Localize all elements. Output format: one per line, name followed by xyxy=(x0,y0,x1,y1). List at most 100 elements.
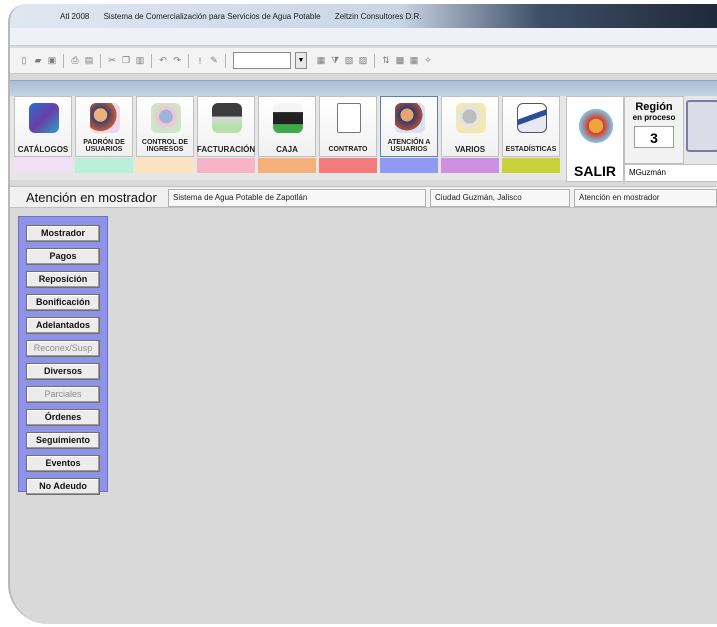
ordenes-button[interactable]: Órdenes xyxy=(26,409,100,426)
toolbar-combo[interactable] xyxy=(233,52,291,69)
company-name: Zeltzin Consultores D.R. xyxy=(334,12,422,21)
status-row: Atención en mostrador Sistema de Agua Po… xyxy=(10,186,717,208)
app-name: Atl 2008 xyxy=(60,12,90,21)
toolbar-divider xyxy=(225,53,226,68)
title-bar: Atl 2008 Sistema de Comercialización par… xyxy=(10,4,717,28)
salir-button[interactable]: SALIR xyxy=(566,96,624,182)
module-label: CONTRATO xyxy=(328,146,368,153)
toolbar: ▯ ▰ ▣ ⎙ ▤ ✂ ❐ ▥ ↶ ↷ ! ✎ ▼ ▦ ⧩ ▧ ▨ ⇅ ▩ ▦ … xyxy=(10,48,717,74)
open-icon[interactable]: ▰ xyxy=(32,54,44,68)
bonificacion-button[interactable]: Bonificación xyxy=(26,294,100,311)
reposicion-button[interactable]: Reposición xyxy=(26,271,100,288)
module-bar: CATÁLOGOS PADRÓN DE USUARIOS CONTROL DE … xyxy=(10,96,717,182)
properties-icon[interactable]: ▧ xyxy=(343,54,355,68)
module-color-strip xyxy=(258,158,316,173)
module-label: CAJA xyxy=(276,145,298,154)
region-title: Región xyxy=(635,101,673,113)
menu-bar xyxy=(10,28,717,46)
document-icon xyxy=(337,103,361,133)
system-name: Sistema de Comercialización para Servici… xyxy=(103,12,321,21)
no-adeudo-button[interactable]: No Adeudo xyxy=(26,478,100,495)
module-color-strip xyxy=(502,158,560,173)
parciales-button: Parciales xyxy=(26,386,100,403)
paste-icon[interactable]: ▥ xyxy=(134,54,146,68)
chevron-down-icon[interactable]: ▼ xyxy=(295,52,307,69)
module-padron-button[interactable]: PADRÓN DE USUARIOS xyxy=(75,96,133,157)
service-icon xyxy=(395,103,425,133)
house-exit-icon xyxy=(577,105,615,143)
calculator-icon[interactable] xyxy=(686,100,717,152)
module-color-strip xyxy=(380,158,438,173)
pagos-button[interactable]: Pagos xyxy=(26,248,100,265)
toolbar-divider xyxy=(188,53,189,68)
module-control-ingresos-button[interactable]: CONTROL DE INGRESOS xyxy=(136,96,194,157)
module-label: CATÁLOGOS xyxy=(17,145,69,154)
app-window: Atl 2008 Sistema de Comercialización par… xyxy=(8,4,717,624)
current-user: MGuzmán xyxy=(624,164,717,182)
module-header-stripe xyxy=(10,80,717,96)
organization-field: Sistema de Agua Potable de Zapotlán xyxy=(168,189,426,207)
region-subtitle: en proceso xyxy=(632,113,676,122)
edit-icon[interactable]: ✎ xyxy=(208,54,220,68)
books-icon xyxy=(29,103,59,133)
side-menu: Mostrador Pagos Reposición Bonificación … xyxy=(18,216,108,495)
chart-icon xyxy=(517,103,547,133)
module-label: CONTROL DE INGRESOS xyxy=(141,139,189,153)
module-label: VARIOS xyxy=(454,145,486,154)
table-icon[interactable]: ▦ xyxy=(408,54,420,68)
module-label: FACTURACIÓN xyxy=(196,145,256,154)
module-color-strip xyxy=(75,158,133,173)
module-caja-button[interactable]: CAJA xyxy=(258,96,316,157)
toolbar-divider xyxy=(63,53,64,68)
module-varios-button[interactable]: VARIOS xyxy=(441,96,499,157)
save-icon[interactable]: ▣ xyxy=(46,54,58,68)
gears-icon xyxy=(456,103,486,133)
tools-icon[interactable]: ✧ xyxy=(422,54,434,68)
sort-icon[interactable]: ⇅ xyxy=(380,54,392,68)
users-icon xyxy=(90,103,120,133)
module-atencion-usuarios-button[interactable]: ATENCIÓN A USUARIOS xyxy=(380,96,438,157)
toolbar-divider xyxy=(151,53,152,68)
module-estadisticas-button[interactable]: ESTADÍSTICAS xyxy=(502,96,560,157)
module-color-strip xyxy=(441,158,499,173)
print-icon[interactable]: ⎙ xyxy=(69,54,81,68)
salir-label: SALIR xyxy=(574,163,616,179)
redo-icon[interactable]: ↷ xyxy=(171,54,183,68)
module-color-strip xyxy=(136,158,194,173)
region-panel: Región en proceso 3 xyxy=(624,96,684,164)
section-title: Atención en mostrador xyxy=(26,190,157,205)
undo-icon[interactable]: ↶ xyxy=(157,54,169,68)
seguimiento-button[interactable]: Seguimiento xyxy=(26,432,100,449)
module-color-strip xyxy=(319,158,377,173)
toolbar-divider xyxy=(374,53,375,68)
eventos-button[interactable]: Eventos xyxy=(26,455,100,472)
mode-field: Atención en mostrador xyxy=(574,189,717,207)
adelantados-button[interactable]: Adelantados xyxy=(26,317,100,334)
module-label: ATENCIÓN A USUARIOS xyxy=(387,139,431,153)
printer-icon xyxy=(212,103,242,133)
grid-icon[interactable]: ▦ xyxy=(315,54,327,68)
toolbar-divider xyxy=(100,53,101,68)
mostrador-button[interactable]: Mostrador xyxy=(26,225,100,242)
region-value: 3 xyxy=(634,126,674,148)
module-color-strip xyxy=(197,158,255,173)
module-color-strip xyxy=(14,158,72,173)
module-contrato-button[interactable]: CONTRATO xyxy=(319,96,377,157)
report-icon[interactable]: ▨ xyxy=(357,54,369,68)
module-label: PADRÓN DE USUARIOS xyxy=(83,139,125,153)
copy-icon[interactable]: ❐ xyxy=(120,54,132,68)
form-icon[interactable]: ▩ xyxy=(394,54,406,68)
exclamation-icon[interactable]: ! xyxy=(194,54,206,68)
cut-icon[interactable]: ✂ xyxy=(106,54,118,68)
diversos-button[interactable]: Diversos xyxy=(26,363,100,380)
module-label: ESTADÍSTICAS xyxy=(505,146,557,153)
reconex-susp-button: Reconex/Susp xyxy=(26,340,100,357)
filter-icon[interactable]: ⧩ xyxy=(329,54,341,68)
new-icon[interactable]: ▯ xyxy=(18,54,30,68)
module-catalogos-button[interactable]: CATÁLOGOS xyxy=(14,96,72,157)
city-field: Ciudad Guzmán, Jalisco xyxy=(430,189,570,207)
module-facturacion-button[interactable]: FACTURACIÓN xyxy=(197,96,255,157)
preview-icon[interactable]: ▤ xyxy=(83,54,95,68)
income-icon xyxy=(151,103,181,133)
cash-register-icon xyxy=(273,103,303,133)
